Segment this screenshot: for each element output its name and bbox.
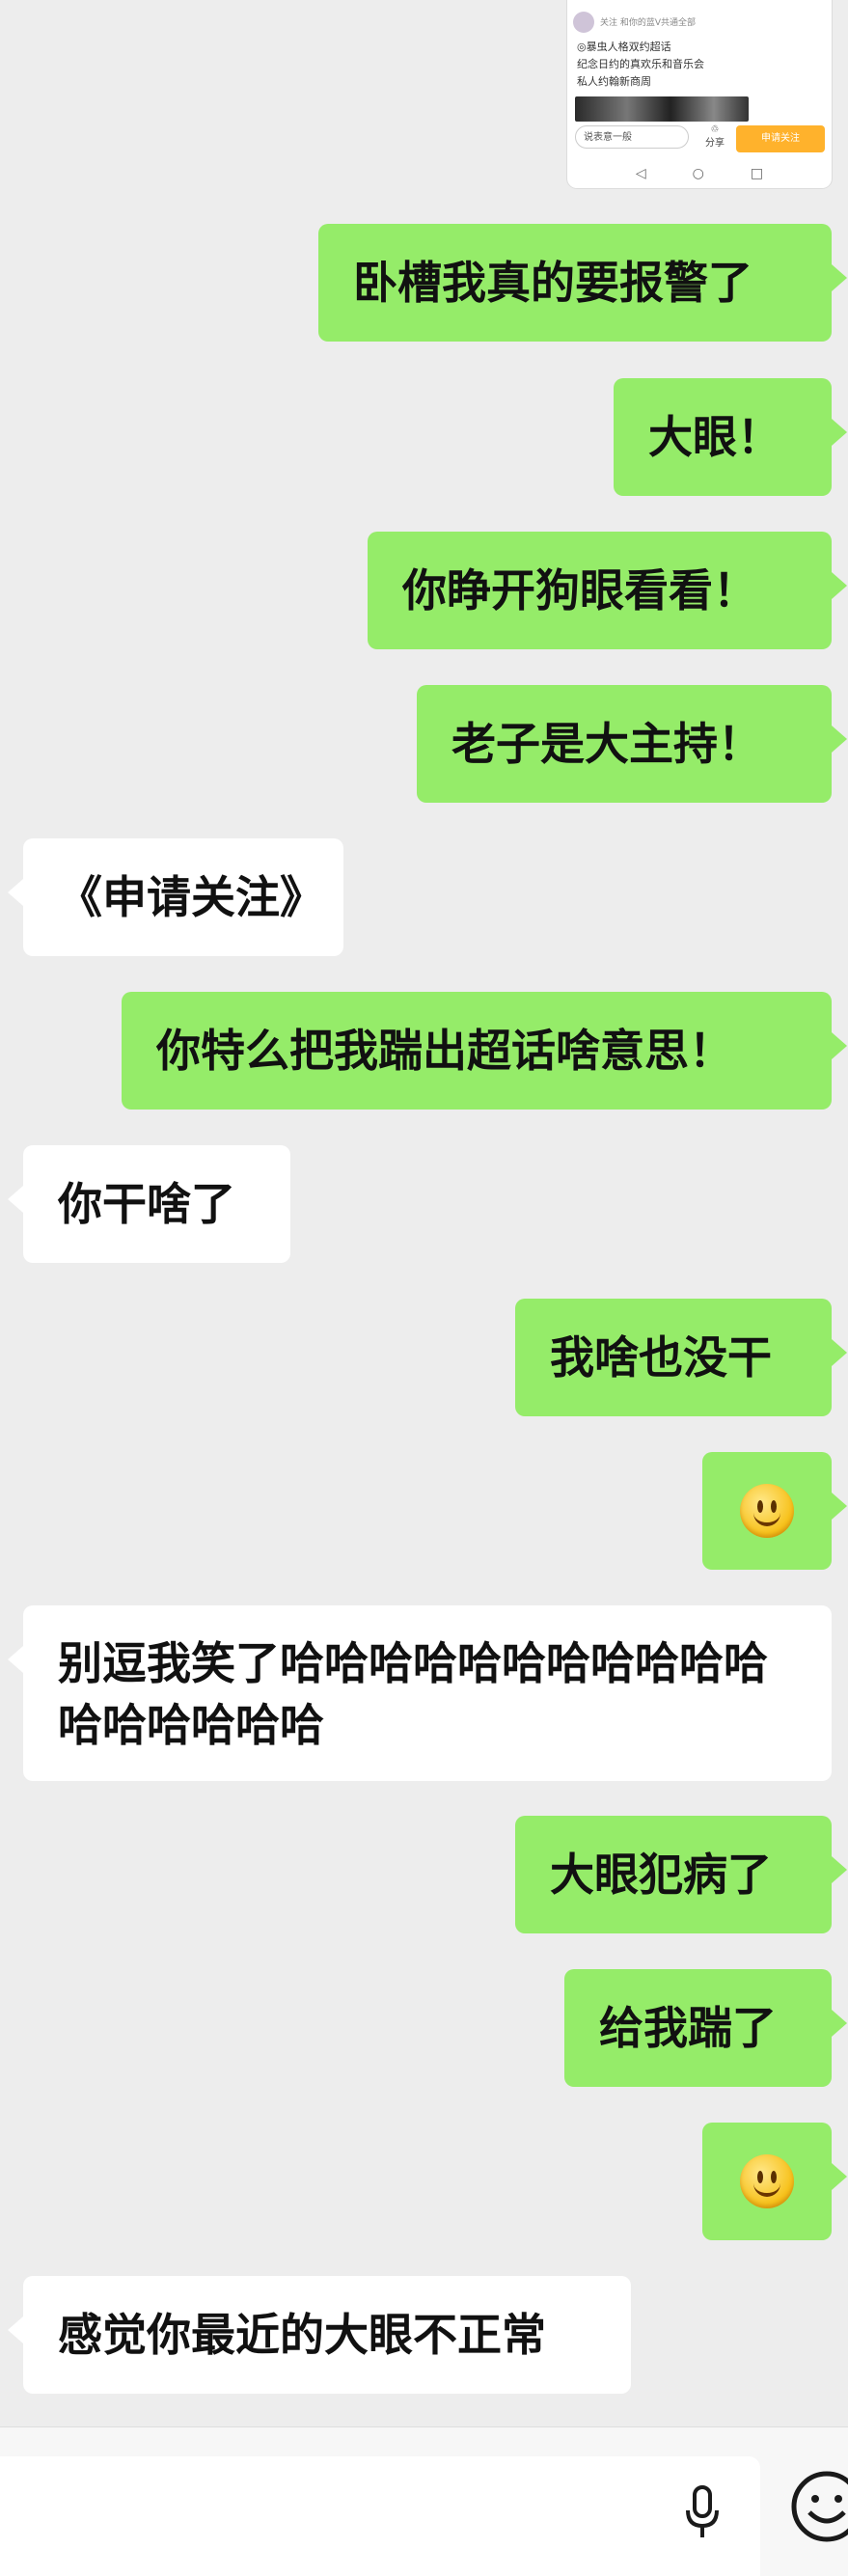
home-icon: ○ bbox=[692, 166, 704, 181]
message-text: 卧槽我真的要报警了 bbox=[353, 257, 752, 309]
share-icon: ♲ bbox=[710, 124, 720, 135]
thumbnail-line: ◎暴虫人格双约超话 bbox=[577, 41, 671, 53]
message-text: 感觉你最近的大眼不正常 bbox=[58, 2309, 546, 2361]
back-icon: ◁ bbox=[635, 166, 646, 181]
message-bubble-sent[interactable]: 给我踹了 bbox=[564, 1969, 847, 2087]
message-bubble-received[interactable]: 《申请关注》 bbox=[8, 838, 343, 956]
message-text: 你睁开狗眼看看！ bbox=[402, 564, 757, 617]
message-bubble-sent[interactable] bbox=[702, 2123, 847, 2240]
message-text: 大眼！ bbox=[648, 411, 781, 463]
thumbnail-avatar bbox=[573, 12, 594, 33]
smiley-icon bbox=[740, 2154, 794, 2208]
thumbnail-line: 纪念日约的真欢乐和音乐会 bbox=[577, 58, 704, 70]
message-text: 给我踹了 bbox=[599, 2002, 777, 2054]
thumbnail-follow-button: 申请关注 bbox=[736, 125, 825, 152]
message-bubble-sent[interactable]: 你特么把我踹出超话啥意思！ bbox=[122, 992, 847, 1110]
shared-screenshot-image[interactable]: 关注 和你的蓝V共通全部 ◎暴虫人格双约超话 纪念日约的真欢乐和音乐会 私人约翰… bbox=[567, 0, 832, 188]
chat-history[interactable]: 关注 和你的蓝V共通全部 ◎暴虫人格双约超话 纪念日约的真欢乐和音乐会 私人约翰… bbox=[0, 0, 848, 2426]
message-text: 你干啥了 bbox=[58, 1178, 235, 1230]
thumbnail-line: 私人约翰新商周 bbox=[577, 75, 651, 88]
message-bubble-received[interactable]: 感觉你最近的大眼不正常 bbox=[8, 2276, 631, 2394]
thumbnail-line: 关注 和你的蓝V共通全部 bbox=[600, 18, 697, 28]
message-bubble-sent[interactable]: 大眼犯病了 bbox=[515, 1816, 847, 1933]
message-bubble-sent[interactable]: 我啥也没干 bbox=[515, 1299, 847, 1416]
message-text: 你特么把我踹出超话啥意思！ bbox=[156, 1025, 733, 1077]
message-text: 我啥也没干 bbox=[550, 1331, 772, 1384]
message-bubble-sent[interactable] bbox=[702, 1452, 847, 1570]
smiley-icon bbox=[740, 1484, 794, 1538]
recents-icon: □ bbox=[750, 166, 764, 181]
message-text: 别逗我笑了哈哈哈哈哈哈哈哈哈哈哈哈哈哈哈哈哈 bbox=[58, 1637, 768, 1751]
thumbnail-comment-input: 说表意一般 bbox=[575, 125, 689, 149]
emoji-icon[interactable] bbox=[788, 2468, 848, 2545]
thumbnail-share: ♲ 分享 bbox=[700, 123, 729, 151]
mic-icon[interactable] bbox=[683, 2483, 722, 2541]
message-text: 老子是大主持！ bbox=[451, 718, 762, 770]
message-bubble-sent[interactable]: 卧槽我真的要报警了 bbox=[318, 224, 847, 342]
message-bubble-sent[interactable]: 你睁开狗眼看看！ bbox=[368, 532, 847, 649]
thumbnail-share-label: 分享 bbox=[705, 138, 725, 149]
thumbnail-image-strip bbox=[575, 96, 749, 122]
message-text: 大眼犯病了 bbox=[550, 1849, 772, 1901]
message-text: 《申请关注》 bbox=[58, 871, 324, 923]
message-bubble-sent[interactable]: 大眼！ bbox=[614, 378, 847, 496]
input-bar bbox=[0, 2426, 848, 2576]
message-input[interactable] bbox=[0, 2456, 760, 2576]
message-bubble-received[interactable]: 你干啥了 bbox=[8, 1145, 290, 1263]
message-bubble-sent[interactable]: 老子是大主持！ bbox=[417, 685, 847, 803]
thumbnail-nav-bar: ◁ ○ □ bbox=[567, 162, 832, 185]
message-bubble-received[interactable]: 别逗我笑了哈哈哈哈哈哈哈哈哈哈哈哈哈哈哈哈哈 bbox=[8, 1605, 832, 1781]
